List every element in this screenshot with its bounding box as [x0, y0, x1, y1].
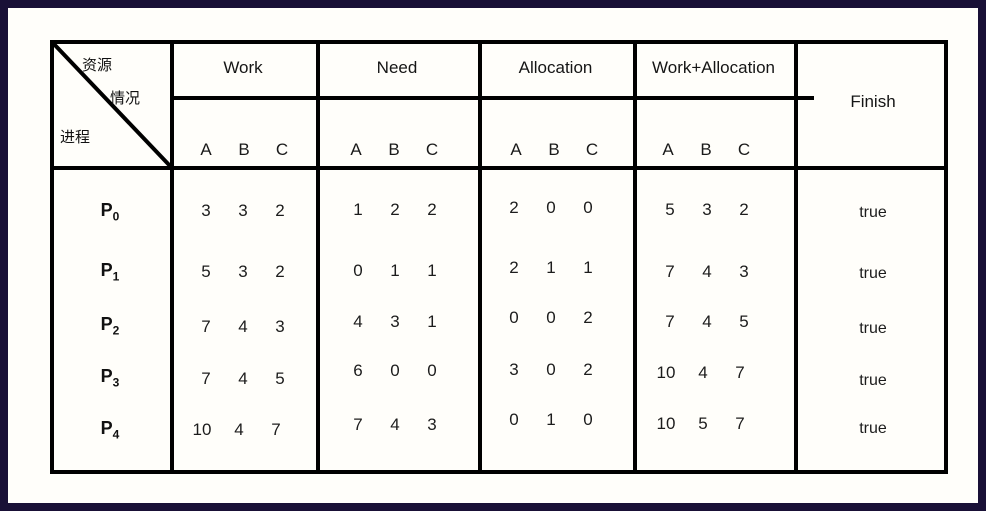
column-header-work-plus-allocation: Work+Allocation [652, 58, 775, 77]
subheader-b: B [238, 140, 250, 159]
subheader-c: C [275, 140, 289, 159]
table-row-label: P2 [50, 314, 170, 338]
process-index: 4 [112, 427, 120, 442]
corner-process-label: 进程 [60, 128, 91, 146]
grid-line-bottom [50, 470, 948, 474]
subheader-a: A [662, 140, 674, 159]
table-cell-finish: true [859, 372, 887, 389]
subheader-a: A [350, 140, 362, 159]
subheader-c: C [737, 140, 751, 159]
subheader-b: B [548, 140, 560, 159]
corner-situation-label: 情况 [110, 89, 141, 107]
table-row-label: P4 [50, 418, 170, 442]
table-cell-finish: true [859, 420, 887, 437]
corner-header-cell: 资源 情况 进程 [50, 40, 174, 170]
grid-line-col2 [316, 40, 320, 474]
process-letter: P [100, 418, 113, 438]
process-index: 3 [112, 375, 120, 390]
subheader-c: C [425, 140, 439, 159]
table-cell-finish: true [859, 265, 887, 282]
process-index: 2 [112, 323, 120, 338]
grid-line-col4 [633, 40, 637, 474]
process-letter: P [100, 260, 113, 280]
outer-frame: 资源 情况 进程 Work Need Allocation Work+Alloc… [0, 0, 986, 511]
process-letter: P [100, 200, 113, 220]
subheader-c: C [585, 140, 599, 159]
grid-line-col3 [478, 40, 482, 474]
table-cell-finish: true [859, 204, 887, 221]
subheader-b: B [700, 140, 712, 159]
subheader-a: A [200, 140, 212, 159]
corner-resource-label: 资源 [82, 56, 113, 74]
bankers-algorithm-table: 资源 情况 进程 Work Need Allocation Work+Alloc… [50, 40, 948, 474]
process-index: 0 [112, 209, 120, 224]
table-cell-finish: true [859, 320, 887, 337]
process-letter: P [100, 314, 113, 334]
table-row-label: P0 [50, 200, 170, 224]
process-letter: P [100, 366, 113, 386]
subheader-b: B [388, 140, 400, 159]
column-header-need: Need [376, 58, 418, 77]
process-index: 1 [112, 269, 120, 284]
column-header-allocation: Allocation [518, 58, 593, 77]
column-header-finish: Finish [850, 92, 896, 111]
table-row-label: P3 [50, 366, 170, 390]
column-header-work: Work [223, 58, 263, 77]
grid-line-subheader [170, 96, 814, 100]
subheader-a: A [510, 140, 522, 159]
grid-line-header-bottom [50, 166, 948, 170]
table-row-label: P1 [50, 260, 170, 284]
